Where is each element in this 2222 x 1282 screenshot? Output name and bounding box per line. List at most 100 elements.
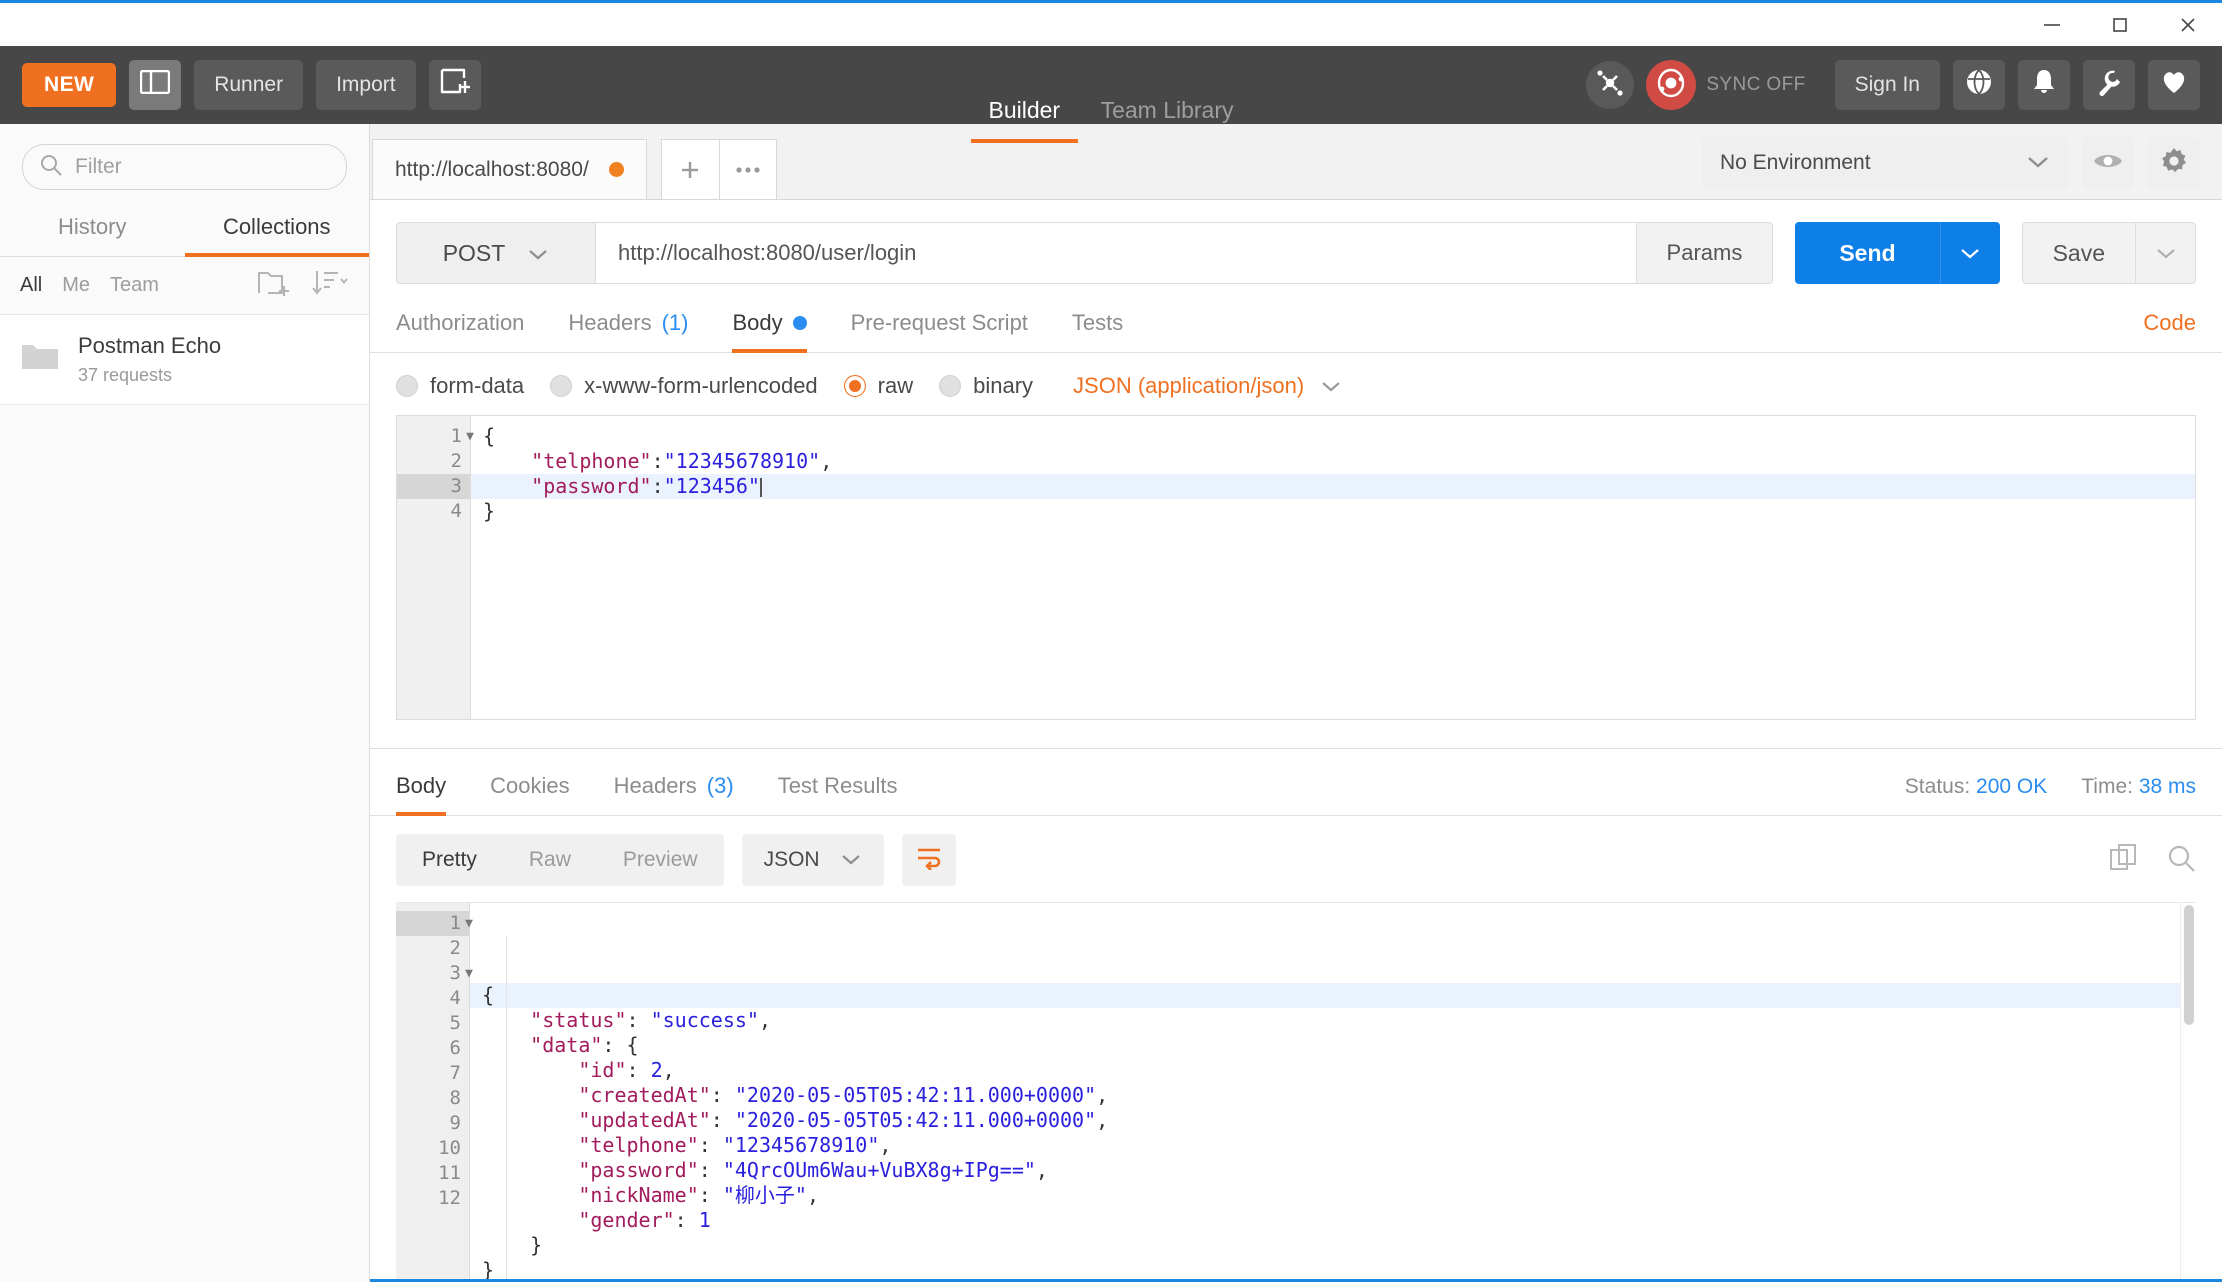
sidebar-tab-history[interactable]: History	[0, 204, 185, 256]
sync-orbit-icon	[1654, 66, 1688, 105]
request-tab-options-button[interactable]	[718, 139, 777, 199]
time-group: Time: 38 ms	[2081, 775, 2196, 799]
code-token: 1	[698, 1208, 711, 1232]
response-section-tabs: Body Cookies Headers (3) Test Results St…	[370, 749, 2222, 816]
request-tab-pre-request-script-label: Pre-request Script	[850, 310, 1028, 335]
window-close-button[interactable]	[2154, 3, 2222, 46]
search-icon	[39, 153, 63, 182]
sort-descending-button[interactable]	[311, 269, 349, 302]
folder-icon	[20, 341, 60, 378]
runner-button[interactable]: Runner	[194, 60, 304, 110]
globe-button[interactable]	[1953, 60, 2005, 110]
scope-filter-me[interactable]: Me	[62, 274, 90, 297]
body-type-form-data[interactable]: form-data	[396, 373, 524, 399]
request-url-input[interactable]: http://localhost:8080/user/login	[596, 222, 1637, 284]
response-tab-body[interactable]: Body	[396, 765, 468, 816]
response-tab-headers[interactable]: Headers (3)	[592, 765, 756, 815]
body-type-raw[interactable]: raw	[843, 373, 913, 399]
window-minimize-button[interactable]	[2018, 3, 2086, 46]
new-folder-button[interactable]	[257, 269, 291, 302]
environment-select[interactable]: No Environment	[1702, 137, 2068, 189]
line-number: 3 ▼	[449, 962, 473, 984]
request-tab-body[interactable]: Body	[710, 302, 828, 353]
code-token: "updatedAt"	[578, 1108, 711, 1132]
line-number: 2	[450, 450, 462, 472]
request-tab-pre-request-script[interactable]: Pre-request Script	[829, 302, 1050, 352]
response-format-value: JSON	[763, 848, 820, 871]
save-options-button[interactable]	[2136, 222, 2196, 284]
sign-in-button[interactable]: Sign In	[1834, 60, 1940, 110]
code-line: "telphone":"12345678910",	[483, 449, 2195, 474]
body-type-binary[interactable]: binary	[939, 373, 1033, 399]
code-token: ,	[758, 1008, 772, 1032]
collection-item-postman-echo[interactable]: Postman Echo 37 requests	[0, 315, 369, 405]
response-scrollbar[interactable]	[2180, 903, 2196, 1279]
copy-response-button[interactable]	[2108, 842, 2140, 879]
environment-quick-look-button[interactable]	[2082, 137, 2134, 189]
request-url-value: http://localhost:8080/user/login	[618, 240, 917, 265]
line-number: 2	[449, 937, 461, 959]
window-maximize-button[interactable]	[2086, 3, 2154, 46]
nav-tab-builder[interactable]: Builder	[971, 97, 1079, 143]
new-window-button[interactable]	[428, 60, 481, 110]
toolbar-right-group: SYNC OFF Sign In	[1586, 60, 2200, 110]
fold-toggle-icon[interactable]: ▼	[466, 424, 474, 449]
notifications-button[interactable]	[2018, 60, 2070, 110]
response-view-preview[interactable]: Preview	[597, 834, 724, 886]
response-actions	[2108, 842, 2196, 879]
scrollbar-thumb[interactable]	[2184, 905, 2194, 1025]
response-tab-headers-label: Headers	[613, 773, 697, 798]
response-view-raw[interactable]: Raw	[503, 834, 597, 886]
request-editor-code[interactable]: { "telphone":"12345678910", "password":"…	[471, 416, 2195, 719]
send-options-button[interactable]	[1939, 222, 2000, 284]
request-tab-authorization[interactable]: Authorization	[396, 302, 546, 352]
response-tab-test-results[interactable]: Test Results	[756, 765, 920, 815]
response-editor-gutter: 1 ▼ 2 3 ▼ 4 5 6 7 8 9 10 11 12	[396, 903, 473, 1279]
favorites-button[interactable]	[2148, 60, 2200, 110]
body-type-urlencoded[interactable]: x-www-form-urlencoded	[550, 373, 818, 399]
response-format-select[interactable]: JSON	[741, 834, 884, 886]
http-method-select[interactable]: POST	[396, 222, 596, 284]
filter-box[interactable]	[22, 144, 347, 190]
request-body-editor[interactable]: 1 ▼ 2 3 4 { "telphone":"12345678910", "passw…	[396, 415, 2196, 720]
request-tab-headers[interactable]: Headers (1)	[546, 302, 710, 352]
code-line: "telphone": "12345678910",	[482, 1133, 2180, 1158]
environment-settings-button[interactable]	[2148, 137, 2200, 189]
send-button[interactable]: Send	[1795, 222, 1940, 284]
gear-icon	[2160, 147, 2188, 180]
code-token: "12345678910"	[722, 1133, 880, 1157]
new-window-icon	[440, 68, 471, 102]
request-tab-tests[interactable]: Tests	[1050, 302, 1145, 352]
import-button[interactable]: Import	[316, 60, 416, 110]
sync-status-button[interactable]	[1646, 60, 1697, 110]
settings-wrench-button[interactable]	[2083, 60, 2135, 110]
code-link[interactable]: Code	[2143, 310, 2196, 352]
new-button[interactable]: NEW	[22, 63, 117, 107]
request-tab[interactable]: http://localhost:8080/	[372, 139, 647, 199]
search-response-button[interactable]	[2166, 843, 2196, 878]
response-body-editor[interactable]: 1 ▼ 2 3 ▼ 4 5 6 7 8 9 10 11 12 { "status": "success",…	[396, 902, 2196, 1279]
scope-filter-all[interactable]: All	[20, 274, 42, 297]
raw-format-select[interactable]: JSON (application/json)	[1073, 373, 1342, 399]
sidebar-layout-toggle-button[interactable]	[129, 60, 182, 110]
scope-filter-team[interactable]: Team	[110, 274, 159, 297]
code-token: :	[698, 1158, 723, 1182]
word-wrap-toggle-button[interactable]	[901, 834, 956, 886]
code-token: ,	[1096, 1108, 1109, 1132]
code-token: : {	[602, 1033, 639, 1057]
line-number: 6	[449, 1037, 461, 1059]
response-view-pretty[interactable]: Pretty	[396, 834, 503, 886]
save-button[interactable]: Save	[2021, 222, 2136, 284]
nav-tab-team-library[interactable]: Team Library	[1083, 97, 1252, 143]
add-request-tab-button[interactable]	[660, 139, 719, 199]
sidebar-tab-collections[interactable]: Collections	[184, 204, 370, 257]
response-meta: Status: 200 OK Time: 38 ms	[1905, 775, 2196, 815]
params-button[interactable]: Params	[1636, 222, 1774, 284]
line-number: 10	[438, 1137, 461, 1159]
status-label: Status:	[1904, 775, 1971, 798]
filter-input[interactable]	[75, 155, 330, 179]
satellite-button[interactable]	[1586, 61, 1635, 109]
response-tab-cookies[interactable]: Cookies	[468, 765, 591, 815]
app-toolbar: NEW Runner Import Builder Team Library S…	[0, 46, 2222, 124]
